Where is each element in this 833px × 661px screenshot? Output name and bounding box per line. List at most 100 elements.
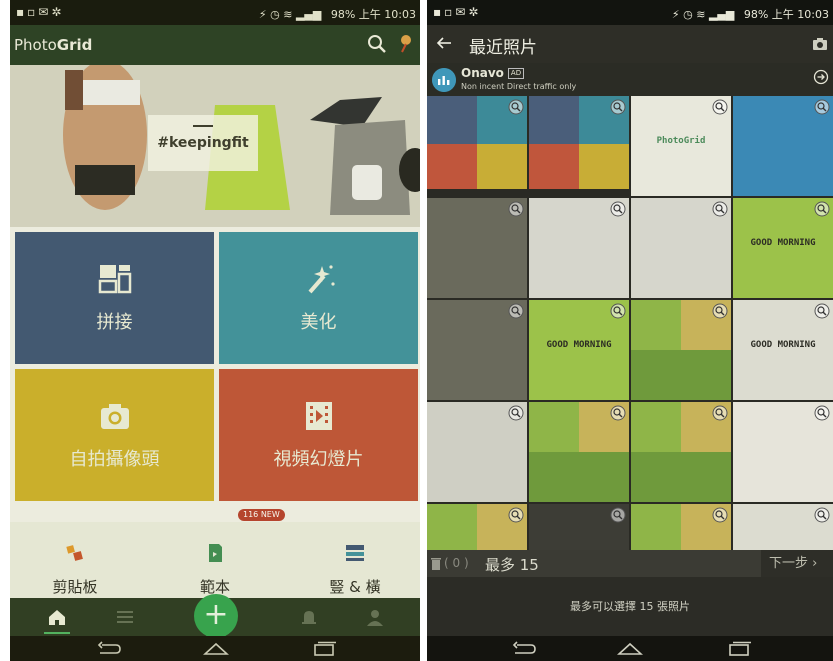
zoom-icon[interactable] [814,99,830,115]
tile-video-slideshow[interactable]: 視頻幻燈片 [219,369,418,501]
zoom-icon[interactable] [508,201,524,217]
photo-picker-screen: ▪▫✉✲ ⚡ ◷ ≋ ▂▄▆ 98% 上午 10:03 最近照片 Onavo AD… [427,0,833,661]
photo-thumbnail[interactable] [733,96,833,196]
home-button-icon[interactable] [203,641,229,656]
photo-thumbnail[interactable] [631,198,731,298]
recent-apps-icon[interactable] [727,641,753,656]
home-icon[interactable] [46,606,68,628]
photo-thumbnail[interactable] [631,402,731,502]
album-title[interactable]: 最近照片 [469,33,537,58]
add-fab-button[interactable]: + [194,594,238,638]
tile-beautify[interactable]: 美化 [219,232,418,364]
photo-thumbnail[interactable]: GOOD MORNING [529,300,629,400]
tile-label: 拼接 [96,312,133,333]
feature-tiles: 拼接 美化 自拍攝像頭 視頻幻燈片 [15,232,418,502]
ad-title: Onavo AD [461,66,525,80]
signal-icon: ⚡ ◷ ≋ ▂▄▆ [258,8,322,21]
notification-icons: ▪▫✉✲ [433,5,482,19]
home-button-icon[interactable] [617,641,643,656]
system-navigation [427,636,833,661]
zoom-icon[interactable] [508,303,524,319]
battery-level: 98% [330,8,356,21]
photo-thumbnail[interactable]: GOOD MORNING [733,300,833,400]
photo-thumbnail[interactable] [631,300,731,400]
zoom-icon[interactable] [814,201,830,217]
battery-level: 98% [743,8,769,21]
status-right: ⚡ ◷ ≋ ▂▄▆ 98% 上午 10:03 [672,6,829,22]
zoom-icon[interactable] [508,507,524,523]
tile-selfie-camera[interactable]: 自拍攝像頭 [15,369,214,501]
thumbnail-text: GOOD MORNING [750,340,816,350]
app-bar: 最近照片 [427,25,833,63]
next-button[interactable]: 下一步 › [761,550,833,577]
photogrid-home-screen: ▪▫✉✲ ⚡ ◷ ≋ ▂▄▆ 98% 上午 10:03 PhotoGrid #k… [10,0,420,661]
zoom-icon[interactable] [814,303,830,319]
zoom-icon[interactable] [712,303,728,319]
max-label: 最多 15 [485,556,539,574]
photo-thumbnail[interactable] [529,402,629,502]
ad-banner[interactable]: Onavo AD Non incent Direct traffic only [427,63,833,96]
video-icon [305,402,332,430]
zoom-icon[interactable] [508,405,524,421]
ad-tag: AD [507,68,525,79]
quick-label: 剪貼板 [52,578,98,596]
trash-icon[interactable] [431,557,441,570]
tile-collage[interactable]: 拼接 [15,232,214,364]
recent-apps-icon[interactable] [312,641,338,656]
back-icon[interactable] [511,641,537,656]
back-arrow-icon[interactable] [436,35,452,51]
template-button[interactable]: 範本 [155,544,275,597]
status-bar: ▪▫✉✲ ⚡ ◷ ≋ ▂▄▆ 98% 上午 10:03 [10,0,420,25]
zoom-icon[interactable] [610,303,626,319]
quick-label: 豎 & 橫 [329,578,381,596]
notification-icons: ▪▫✉✲ [16,5,65,19]
zoom-icon[interactable] [610,99,626,115]
selected-count: ( 0 ) [444,556,469,570]
notification-pin-icon[interactable] [398,33,414,55]
arrow-circle-icon[interactable] [813,69,829,85]
photo-thumbnail[interactable] [733,402,833,502]
photo-thumbnail[interactable] [427,300,527,400]
zoom-icon[interactable] [814,405,830,421]
bell-icon[interactable] [298,606,320,628]
photo-thumbnail[interactable]: PhotoGrid [631,96,731,196]
selection-hint: 最多可以選擇 15 張照片 [427,577,833,636]
thumbnail-text: GOOD MORNING [750,238,816,248]
signal-icon: ⚡ ◷ ≋ ▂▄▆ [671,8,735,21]
tile-label: 美化 [300,312,337,333]
clock: 上午 10:03 [771,8,829,21]
profile-icon[interactable] [364,606,386,628]
search-icon[interactable] [366,33,388,55]
featured-banner[interactable]: #keepingfit [10,65,420,227]
layout-button[interactable]: 豎 & 橫 [295,544,415,597]
photo-thumbnail[interactable] [529,198,629,298]
photo-thumbnail[interactable] [427,402,527,502]
quick-actions: 剪貼板 範本 豎 & 橫 [10,522,420,598]
zoom-icon[interactable] [610,405,626,421]
thumbnail-text: PhotoGrid [656,136,706,146]
magic-wand-icon [307,265,335,294]
zoom-icon[interactable] [508,99,524,115]
status-bar: ▪▫✉✲ ⚡ ◷ ≋ ▂▄▆ 98% 上午 10:03 [427,0,833,25]
ad-subtitle: Non incent Direct traffic only [461,82,577,91]
photo-grid: PhotoGrid GOOD MORNING GOOD MORNING GOOD MO… [427,96,833,604]
scrapbook-icon [66,545,83,561]
zoom-icon[interactable] [814,507,830,523]
camera-icon[interactable] [812,37,828,51]
photo-thumbnail[interactable] [427,96,527,196]
zoom-icon[interactable] [610,507,626,523]
zoom-icon[interactable] [712,201,728,217]
photo-thumbnail[interactable] [529,96,629,196]
menu-icon[interactable] [114,606,136,628]
zoom-icon[interactable] [712,405,728,421]
zoom-icon[interactable] [712,99,728,115]
thumbnail-text: GOOD MORNING [546,340,612,350]
back-icon[interactable] [96,641,122,656]
photo-thumbnail[interactable]: GOOD MORNING [733,198,833,298]
active-tab-indicator [44,632,70,634]
scrapbook-button[interactable]: 剪貼板 [15,544,135,597]
app-logo: PhotoGrid [14,36,93,54]
zoom-icon[interactable] [610,201,626,217]
zoom-icon[interactable] [712,507,728,523]
photo-thumbnail[interactable] [427,198,527,298]
